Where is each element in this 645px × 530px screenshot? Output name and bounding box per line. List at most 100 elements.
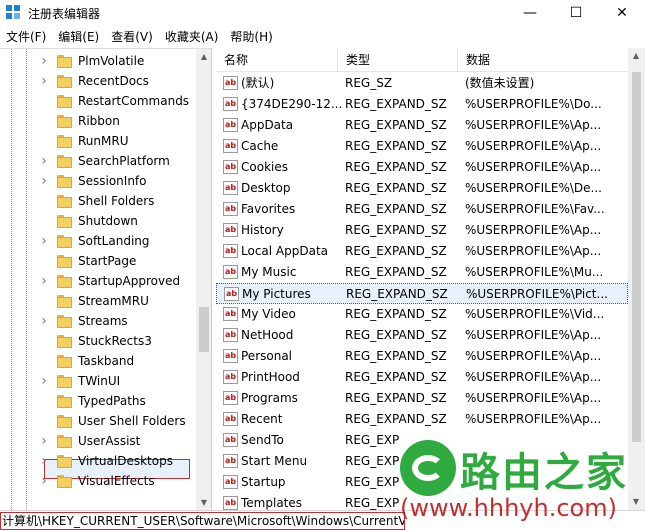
folder-icon: [57, 294, 72, 308]
minimize-button[interactable]: —: [507, 0, 553, 26]
chevron-right-icon[interactable]: ›: [39, 313, 49, 329]
table-row[interactable]: ab Cookies REG_EXPAND_SZ %USERPROFILE%\Ap..…: [216, 157, 628, 178]
folder-icon: [57, 214, 72, 228]
table-row[interactable]: ab NetHood REG_EXPAND_SZ %USERPROFILE%\Ap..…: [216, 325, 628, 346]
value-data: (数值未设置): [465, 76, 535, 90]
tree-item[interactable]: › StartupApproved: [0, 271, 200, 291]
value-type: REG_EXPAND_SZ: [346, 287, 448, 301]
scroll-up-arrow-icon[interactable]: ▲: [196, 49, 211, 65]
tree-item[interactable]: › RecentDocs: [0, 71, 200, 91]
table-row[interactable]: ab Favorites REG_EXPAND_SZ %USERPROFILE%\Fa…: [216, 199, 628, 220]
string-value-icon: ab: [223, 307, 238, 321]
watermark: 路由之家 (www.hhhyh.com): [400, 430, 645, 530]
tree-item[interactable]: › TWinUI: [0, 371, 200, 391]
value-data: %USERPROFILE%\Ap...: [465, 328, 602, 342]
scroll-down-arrow-icon[interactable]: ▼: [196, 495, 211, 510]
table-row[interactable]: ab My Video REG_EXPAND_SZ %USERPROFILE%\Vid…: [216, 304, 628, 325]
tree-item-label: Taskband: [78, 354, 135, 368]
table-row[interactable]: ab Personal REG_EXPAND_SZ %USERPROFILE%\Ap.…: [216, 346, 628, 367]
tree-item[interactable]: StuckRects3: [0, 331, 200, 351]
table-row[interactable]: ab PrintHood REG_EXPAND_SZ %USERPROFILE%\Ap…: [216, 367, 628, 388]
chevron-right-icon[interactable]: ›: [39, 373, 49, 389]
menu-file[interactable]: 文件(F): [0, 27, 52, 48]
value-data: %USERPROFILE%\Ap...: [465, 349, 602, 363]
table-row[interactable]: ab AppData REG_EXPAND_SZ %USERPROFILE%\Ap..…: [216, 115, 628, 136]
menu-help[interactable]: 帮助(H): [224, 27, 278, 48]
tree-item-label: VirtualDesktops: [78, 454, 173, 468]
folder-icon: [57, 434, 72, 448]
tree-item[interactable]: Ribbon: [0, 111, 200, 131]
chevron-right-icon[interactable]: ›: [39, 473, 49, 489]
title-bar: 注册表编辑器 — ☐ ✕: [0, 0, 645, 26]
folder-icon: [57, 194, 72, 208]
value-type: REG_EXPAND_SZ: [345, 412, 447, 426]
table-row[interactable]: ab Recent REG_EXPAND_SZ %USERPROFILE%\Ap...: [216, 409, 628, 430]
tree-item-label: TWinUI: [78, 374, 121, 388]
tree-item[interactable]: › PlmVolatile: [0, 51, 200, 71]
table-row[interactable]: ab My Music REG_EXPAND_SZ %USERPROFILE%\Mu.…: [216, 262, 628, 283]
tree-item[interactable]: › SoftLanding: [0, 231, 200, 251]
table-row[interactable]: ab My Pictures REG_EXPAND_SZ %USERPROFILE%\…: [216, 283, 628, 304]
menu-edit[interactable]: 编辑(E): [52, 27, 105, 48]
tree-scroll-thumb[interactable]: [199, 307, 209, 352]
tree-item[interactable]: › VirtualDesktops: [0, 451, 200, 471]
tree-item[interactable]: › VisualEffects: [0, 471, 200, 491]
chevron-right-icon[interactable]: ›: [39, 273, 49, 289]
tree-item[interactable]: User Shell Folders: [0, 411, 200, 431]
list-scroll-thumb[interactable]: [632, 72, 641, 442]
chevron-right-icon[interactable]: ›: [39, 73, 49, 89]
tree-item[interactable]: RestartCommands: [0, 91, 200, 111]
chevron-right-icon[interactable]: ›: [39, 433, 49, 449]
value-type: REG_EXPAND_SZ: [345, 370, 447, 384]
chevron-right-icon[interactable]: ›: [39, 53, 49, 69]
menu-favorites[interactable]: 收藏夹(A): [159, 27, 225, 48]
column-header-name[interactable]: 名称: [216, 48, 338, 72]
table-row[interactable]: ab Programs REG_EXPAND_SZ %USERPROFILE%\Ap.…: [216, 388, 628, 409]
chevron-right-icon[interactable]: ›: [39, 153, 49, 169]
chevron-right-icon[interactable]: ›: [39, 233, 49, 249]
table-row[interactable]: ab History REG_EXPAND_SZ %USERPROFILE%\Ap..…: [216, 220, 628, 241]
tree-item[interactable]: Taskband: [0, 351, 200, 371]
table-row[interactable]: ab (默认) REG_SZ (数值未设置): [216, 73, 628, 94]
chevron-right-icon[interactable]: ›: [39, 453, 49, 469]
tree-item[interactable]: › Streams: [0, 311, 200, 331]
value-name: Start Menu: [241, 454, 308, 468]
tree-item[interactable]: StreamMRU: [0, 291, 200, 311]
folder-icon: [57, 314, 72, 328]
table-row[interactable]: ab Local AppData REG_EXPAND_SZ %USERPROFILE…: [216, 241, 628, 262]
value-data: %USERPROFILE%\Mu...: [465, 265, 604, 279]
tree-item[interactable]: RunMRU: [0, 131, 200, 151]
tree-item[interactable]: › SearchPlatform: [0, 151, 200, 171]
string-value-icon: ab: [223, 223, 238, 237]
folder-icon: [57, 374, 72, 388]
value-name: Cache: [241, 139, 279, 153]
maximize-button[interactable]: ☐: [553, 0, 599, 26]
string-value-icon: ab: [223, 391, 238, 405]
tree-vertical-scrollbar[interactable]: ▲ ▼: [196, 49, 211, 510]
folder-icon: [57, 154, 72, 168]
close-button[interactable]: ✕: [599, 0, 645, 26]
value-data: %USERPROFILE%\Ap...: [465, 391, 602, 405]
column-header-type[interactable]: 类型: [338, 48, 458, 72]
tree-item[interactable]: › UserAssist: [0, 431, 200, 451]
table-row[interactable]: ab Cache REG_EXPAND_SZ %USERPROFILE%\Ap...: [216, 136, 628, 157]
tree-item[interactable]: Shell Folders: [0, 191, 200, 211]
tree-item[interactable]: › SessionInfo: [0, 171, 200, 191]
scroll-up-arrow-icon[interactable]: ▲: [628, 48, 644, 64]
folder-icon: [57, 474, 72, 488]
folder-icon: [57, 134, 72, 148]
watermark-brand: 路由之家: [460, 450, 628, 496]
value-data: %USERPROFILE%\Do...: [465, 97, 602, 111]
tree-item[interactable]: StartPage: [0, 251, 200, 271]
folder-icon: [57, 394, 72, 408]
menu-view[interactable]: 查看(V): [105, 27, 159, 48]
string-value-icon: ab: [223, 160, 238, 174]
string-value-icon: ab: [223, 496, 238, 510]
tree-item[interactable]: TypedPaths: [0, 391, 200, 411]
chevron-right-icon[interactable]: ›: [39, 173, 49, 189]
table-row[interactable]: ab Desktop REG_EXPAND_SZ %USERPROFILE%\De..…: [216, 178, 628, 199]
column-header-data[interactable]: 数据: [458, 48, 628, 72]
tree-item[interactable]: Shutdown: [0, 211, 200, 231]
table-row[interactable]: ab {374DE290-12... REG_EXPAND_SZ %USERPROFI…: [216, 94, 628, 115]
value-name: My Video: [241, 307, 296, 321]
